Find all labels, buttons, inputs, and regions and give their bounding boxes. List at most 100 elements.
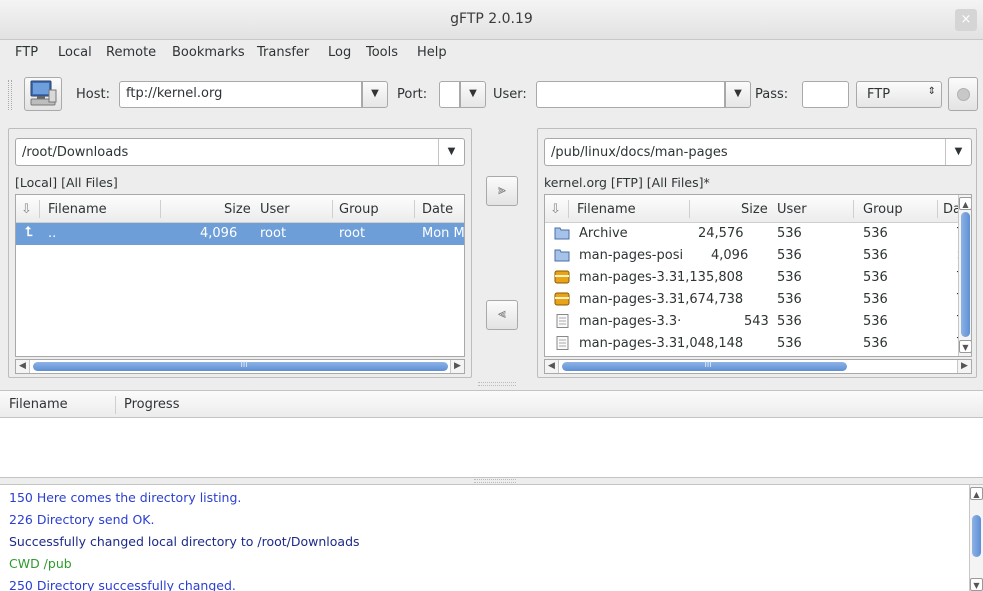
protocol-select[interactable]: FTP ⇕ bbox=[856, 81, 942, 108]
scroll-right-icon[interactable]: ▶ bbox=[450, 360, 464, 373]
scroll-left-icon[interactable]: ◀ bbox=[16, 360, 30, 373]
table-row[interactable]: man-pages-3.3· 1,674,738 536 536 Th bbox=[545, 289, 971, 311]
folder-icon bbox=[554, 227, 570, 240]
menu-help[interactable]: Help bbox=[417, 45, 447, 60]
sort-icon[interactable]: ⇩ bbox=[550, 202, 566, 220]
col-user[interactable]: User bbox=[260, 202, 290, 217]
status-indicator-icon bbox=[957, 88, 970, 101]
log-line: CWD /pub bbox=[9, 556, 72, 571]
remote-list-header: ⇩ Filename Size User Group Da bbox=[545, 195, 971, 223]
log-line: Successfully changed local directory to … bbox=[9, 534, 360, 549]
remote-path: /pub/linux/docs/man-pages bbox=[551, 145, 728, 160]
close-icon[interactable]: × bbox=[955, 9, 977, 31]
updown-icon: ⇕ bbox=[927, 86, 936, 97]
table-row[interactable]: ⮤ .. 4,096 root root Mon M bbox=[16, 223, 464, 245]
col-user[interactable]: User bbox=[777, 202, 807, 217]
host-dropdown[interactable]: ▼ bbox=[362, 81, 388, 108]
connection-toolbar: Host: ftp://kernel.org ▼ Port: ▼ User: ▼… bbox=[0, 68, 983, 120]
menu-remote[interactable]: Remote bbox=[106, 45, 156, 60]
log-view[interactable]: 150 Here comes the directory listing. 22… bbox=[0, 484, 983, 591]
user-label: User: bbox=[493, 87, 527, 102]
local-list-header: ⇩ Filename Size User Group Date bbox=[16, 195, 464, 223]
menu-local[interactable]: Local bbox=[58, 45, 92, 60]
remote-vscrollbar[interactable]: ▲ ▼ bbox=[958, 195, 971, 356]
scroll-right-icon[interactable]: ▶ bbox=[957, 360, 971, 373]
connect-button[interactable] bbox=[24, 77, 62, 111]
log-vscrollbar[interactable]: ▲ ▼ bbox=[969, 485, 983, 591]
archive-icon bbox=[554, 270, 570, 284]
computer-icon bbox=[30, 80, 57, 106]
scroll-down-icon[interactable]: ▼ bbox=[970, 578, 983, 591]
user-input[interactable] bbox=[536, 81, 725, 108]
remote-file-list[interactable]: ⇩ Filename Size User Group Da Archive 24… bbox=[544, 194, 972, 357]
host-input[interactable]: ftp://kernel.org bbox=[119, 81, 362, 108]
col-group[interactable]: Group bbox=[863, 202, 903, 217]
pane-resize-handle[interactable] bbox=[478, 382, 516, 386]
log-line: 226 Directory send OK. bbox=[9, 512, 155, 527]
transfer-list-header: Filename Progress bbox=[0, 390, 983, 418]
local-hscrollbar[interactable]: ◀ III ▶ bbox=[15, 359, 465, 374]
menu-log[interactable]: Log bbox=[328, 45, 351, 60]
arrow-right-icon: ⫸ bbox=[498, 182, 506, 198]
archive-icon bbox=[554, 292, 570, 306]
table-row[interactable]: man-pages-3.3· 1,135,808 536 536 Th bbox=[545, 267, 971, 289]
text-file-icon bbox=[556, 314, 569, 328]
table-row[interactable]: man-pages-posi 4,096 536 536 Sa bbox=[545, 245, 971, 267]
scroll-down-icon[interactable]: ▼ bbox=[959, 340, 971, 353]
col-transfer-progress[interactable]: Progress bbox=[124, 397, 179, 412]
scroll-up-icon[interactable]: ▲ bbox=[970, 487, 983, 500]
log-line: 250 Directory successfully changed. bbox=[9, 578, 236, 591]
scroll-thumb[interactable] bbox=[972, 515, 981, 557]
transfer-list[interactable] bbox=[0, 418, 983, 478]
col-group[interactable]: Group bbox=[339, 202, 379, 217]
menu-bookmarks[interactable]: Bookmarks bbox=[172, 45, 245, 60]
text-file-icon bbox=[556, 336, 569, 350]
menu-transfer[interactable]: Transfer bbox=[257, 45, 309, 60]
toolbar-grip[interactable] bbox=[8, 80, 12, 110]
menu-tools[interactable]: Tools bbox=[366, 45, 398, 60]
remote-path-combo[interactable]: /pub/linux/docs/man-pages ▼ bbox=[544, 138, 972, 166]
arrow-left-icon: ⫷ bbox=[498, 306, 506, 322]
col-size[interactable]: Size bbox=[741, 202, 768, 217]
chevron-down-icon[interactable]: ▼ bbox=[945, 139, 971, 165]
local-path-combo[interactable]: /root/Downloads ▼ bbox=[15, 138, 465, 166]
folder-icon bbox=[554, 249, 570, 262]
stop-button[interactable] bbox=[948, 77, 978, 111]
scroll-left-icon[interactable]: ◀ bbox=[545, 360, 559, 373]
table-row[interactable]: man-pages-3.3· 543 536 536 Th bbox=[545, 311, 971, 333]
download-button[interactable]: ⫷ bbox=[486, 300, 518, 330]
port-dropdown[interactable]: ▼ bbox=[460, 81, 486, 108]
pass-label: Pass: bbox=[755, 87, 789, 102]
remote-hscrollbar[interactable]: ◀ III ▶ bbox=[544, 359, 972, 374]
sort-icon[interactable]: ⇩ bbox=[21, 202, 37, 220]
scroll-thumb[interactable] bbox=[961, 212, 970, 337]
scroll-thumb[interactable]: III bbox=[33, 360, 448, 371]
col-transfer-filename[interactable]: Filename bbox=[9, 397, 68, 412]
user-dropdown[interactable]: ▼ bbox=[725, 81, 751, 108]
table-row[interactable]: Archive 24,576 536 536 Th bbox=[545, 223, 971, 245]
scroll-thumb[interactable]: III bbox=[562, 360, 847, 371]
local-status: [Local] [All Files] bbox=[15, 175, 118, 190]
chevron-down-icon[interactable]: ▼ bbox=[438, 139, 464, 165]
col-size[interactable]: Size bbox=[224, 202, 251, 217]
col-date[interactable]: Date bbox=[422, 202, 453, 217]
up-arrow-icon: ⮤ bbox=[25, 225, 33, 240]
upload-button[interactable]: ⫸ bbox=[486, 176, 518, 206]
local-panel: /root/Downloads ▼ [Local] [All Files] ⇩ … bbox=[8, 128, 472, 378]
local-file-list[interactable]: ⇩ Filename Size User Group Date ⮤ .. 4,0… bbox=[15, 194, 465, 357]
menu-ftp[interactable]: FTP bbox=[15, 45, 38, 60]
password-field[interactable] bbox=[802, 81, 849, 108]
port-label: Port: bbox=[397, 87, 428, 102]
protocol-value: FTP bbox=[867, 87, 891, 102]
col-filename[interactable]: Filename bbox=[48, 202, 107, 217]
col-filename[interactable]: Filename bbox=[577, 202, 636, 217]
menu-bar: FTP Local Remote Bookmarks Transfer Log … bbox=[0, 40, 983, 66]
scroll-up-icon[interactable]: ▲ bbox=[959, 197, 971, 210]
log-resize-handle[interactable] bbox=[474, 479, 516, 483]
window-title: gFTP 2.0.19 bbox=[450, 11, 533, 27]
local-path: /root/Downloads bbox=[22, 145, 129, 160]
remote-status: kernel.org [FTP] [All Files]* bbox=[544, 175, 710, 190]
log-line: 150 Here comes the directory listing. bbox=[9, 490, 242, 505]
table-row[interactable]: man-pages-3.3· 1,048,148 536 536 Th bbox=[545, 333, 971, 355]
port-input[interactable] bbox=[439, 81, 460, 108]
